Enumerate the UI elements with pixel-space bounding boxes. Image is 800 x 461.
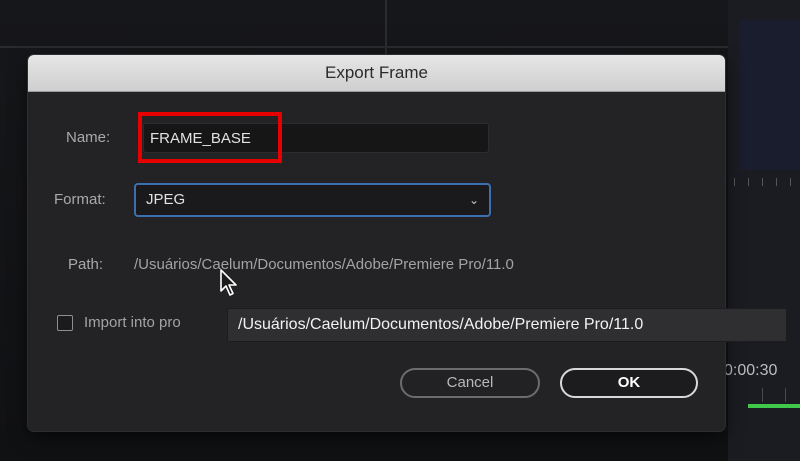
timeline-clip-bar bbox=[748, 404, 800, 408]
timeline-timecode: 0:00:30 bbox=[724, 362, 778, 379]
timeline-tick bbox=[785, 388, 786, 402]
cancel-button[interactable]: Cancel bbox=[400, 368, 540, 398]
path-label: Path: bbox=[68, 256, 104, 273]
timeline-ruler bbox=[730, 178, 800, 192]
import-into-project-label: Import into pro bbox=[84, 314, 181, 331]
mouse-pointer-icon bbox=[220, 269, 237, 296]
path-tooltip: /Usuários/Caelum/Documentos/Adobe/Premie… bbox=[227, 308, 787, 342]
chevron-down-icon: ⌄ bbox=[468, 193, 479, 207]
format-label: Format: bbox=[54, 191, 106, 208]
timeline-tick bbox=[762, 388, 763, 402]
export-frame-dialog: Export Frame Name: FRAME_BASE Format: JP… bbox=[28, 55, 725, 431]
name-label: Name: bbox=[66, 129, 111, 146]
annotation-highlight-box bbox=[138, 112, 282, 163]
dialog-title: Export Frame bbox=[325, 63, 428, 82]
program-monitor-preview bbox=[740, 20, 800, 170]
format-selected-value: JPEG bbox=[146, 191, 186, 208]
ok-button[interactable]: OK bbox=[560, 368, 698, 398]
import-into-project-checkbox[interactable] bbox=[57, 315, 73, 331]
path-value: /Usuários/Caelum/Documentos/Adobe/Premie… bbox=[134, 256, 514, 273]
format-select[interactable]: JPEG ⌄ bbox=[134, 183, 491, 217]
dialog-titlebar[interactable]: Export Frame bbox=[28, 55, 725, 92]
panel-divider bbox=[0, 46, 800, 48]
